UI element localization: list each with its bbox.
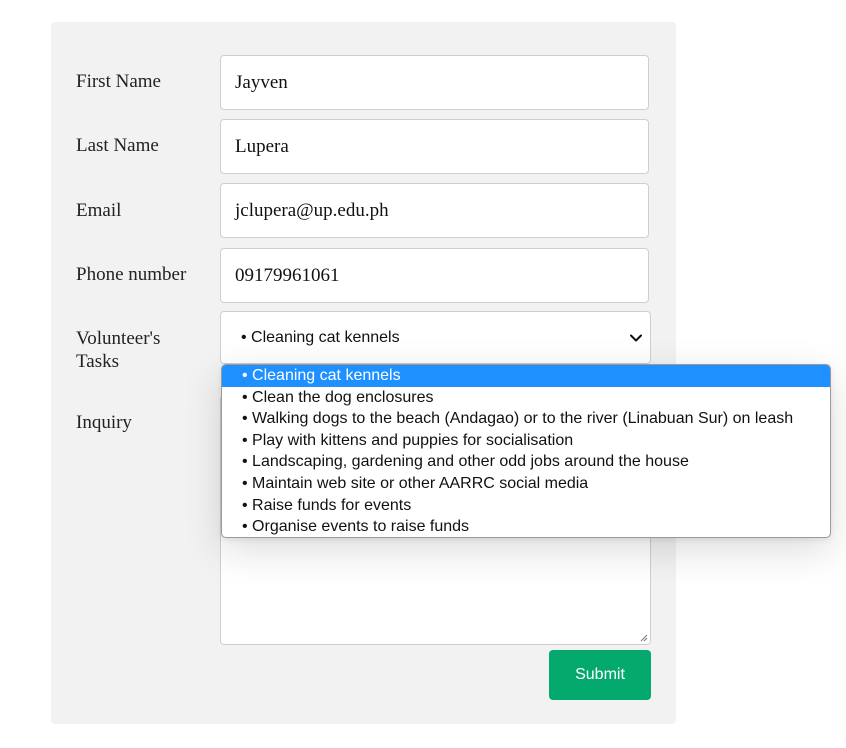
dropdown-option[interactable]: • Maintain web site or other AARRC socia… <box>222 473 830 495</box>
email-input[interactable]: jclupera@up.edu.ph <box>220 183 649 238</box>
dropdown-option[interactable]: • Clean the dog enclosures <box>222 387 830 409</box>
first-name-input[interactable]: Jayven <box>220 55 649 110</box>
tasks-label-line2: Tasks <box>76 351 120 372</box>
submit-button[interactable]: Submit <box>549 650 651 700</box>
inquiry-label: Inquiry <box>76 412 132 433</box>
last-name-label: Last Name <box>76 135 159 156</box>
first-name-label: First Name <box>76 71 161 92</box>
chevron-down-icon <box>630 334 642 342</box>
dropdown-option[interactable]: • Organise events to raise funds <box>222 516 830 537</box>
phone-input[interactable]: 09179961061 <box>220 248 649 303</box>
dropdown-option[interactable]: • Landscaping, gardening and other odd j… <box>222 451 830 473</box>
tasks-label-line1: Volunteer's <box>76 328 161 349</box>
tasks-select-value: • Cleaning cat kennels <box>241 328 400 346</box>
email-label: Email <box>76 200 122 221</box>
tasks-label: Volunteer's Tasks <box>76 327 160 373</box>
last-name-input[interactable]: Lupera <box>220 119 649 174</box>
dropdown-option[interactable]: • Walking dogs to the beach (Andagao) or… <box>222 408 830 430</box>
dropdown-option[interactable]: • Play with kittens and puppies for soci… <box>222 430 830 452</box>
resize-grip-icon[interactable] <box>638 632 648 642</box>
dropdown-option[interactable]: • Raise funds for events <box>222 495 830 517</box>
tasks-select[interactable]: • Cleaning cat kennels <box>220 311 651 364</box>
tasks-dropdown-list: • Cleaning cat kennels • Clean the dog e… <box>221 364 831 538</box>
dropdown-option[interactable]: • Cleaning cat kennels <box>222 365 830 387</box>
phone-label: Phone number <box>76 264 187 285</box>
